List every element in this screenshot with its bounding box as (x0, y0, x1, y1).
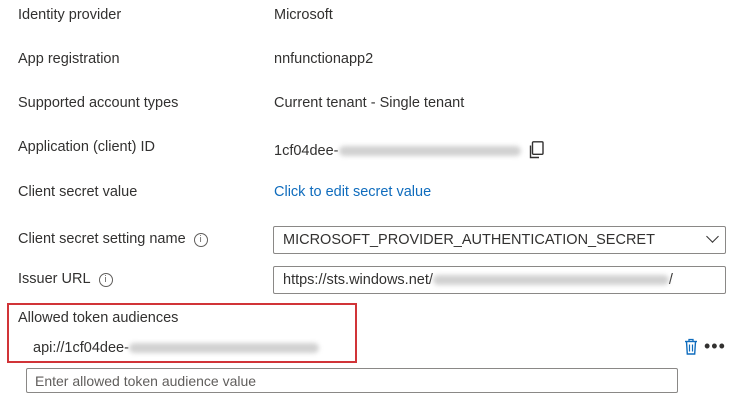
client-id-prefix: 1cf04dee- (274, 143, 339, 159)
redacted-tenant-id (432, 275, 669, 286)
edit-secret-link[interactable]: Click to edit secret value (274, 184, 431, 200)
app-registration-label: App registration (18, 51, 120, 67)
info-icon[interactable]: i (98, 273, 113, 287)
trash-icon[interactable] (684, 338, 698, 355)
client-secret-setting-dropdown[interactable]: MICROSOFT_PROVIDER_AUTHENTICATION_SECRET (273, 226, 726, 254)
client-id-value: 1cf04dee- (274, 143, 521, 159)
audience-list-item: api://1cf04dee- (33, 340, 319, 356)
copy-icon[interactable] (528, 141, 544, 159)
client-secret-setting-name-label: Client secret setting name i (18, 231, 208, 247)
allowed-token-audiences-label: Allowed token audiences (18, 310, 179, 326)
identity-provider-label: Identity provider (18, 7, 122, 23)
audience-input[interactable] (26, 368, 678, 393)
client-secret-setting-selected: MICROSOFT_PROVIDER_AUTHENTICATION_SECRET (283, 232, 655, 248)
issuer-url-prefix: https://sts.windows.net/ (283, 272, 433, 288)
redacted-client-id (338, 146, 521, 157)
client-secret-setting-name-text: Client secret setting name (18, 231, 186, 247)
issuer-url-text: Issuer URL (18, 271, 91, 287)
supported-account-types-value: Current tenant - Single tenant (274, 95, 465, 111)
issuer-url-suffix: / (668, 272, 673, 288)
client-secret-value-label: Client secret value (18, 184, 138, 200)
issuer-url-input[interactable]: https://sts.windows.net/ / (273, 266, 726, 294)
identity-provider-value: Microsoft (274, 7, 333, 23)
chevron-down-icon (706, 230, 719, 243)
info-icon[interactable]: i (193, 233, 208, 247)
client-id-label: Application (client) ID (18, 139, 155, 155)
issuer-url-label: Issuer URL i (18, 271, 113, 287)
redacted-audience (128, 343, 319, 354)
more-icon[interactable]: ••• (704, 337, 726, 355)
app-registration-value: nnfunctionapp2 (274, 51, 374, 67)
supported-account-types-label: Supported account types (18, 95, 179, 111)
audience-value: api://1cf04dee- (33, 340, 129, 356)
